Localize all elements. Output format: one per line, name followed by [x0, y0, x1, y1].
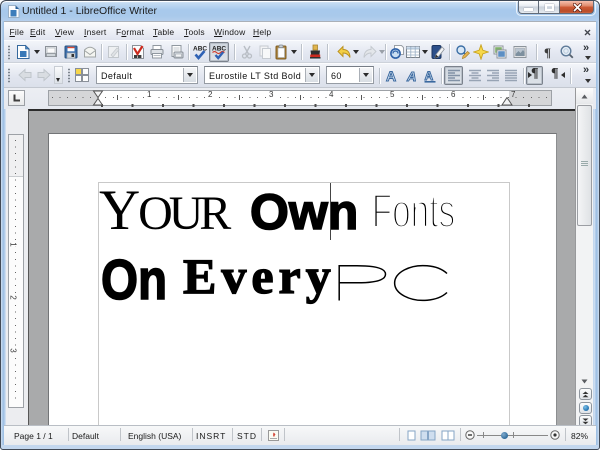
svg-text:Fonts: Fonts: [372, 184, 455, 237]
svg-text:A: A: [406, 69, 416, 84]
svg-text:ABC: ABC: [193, 46, 207, 53]
svg-text:A: A: [386, 68, 396, 84]
svg-text:A: A: [425, 69, 434, 83]
